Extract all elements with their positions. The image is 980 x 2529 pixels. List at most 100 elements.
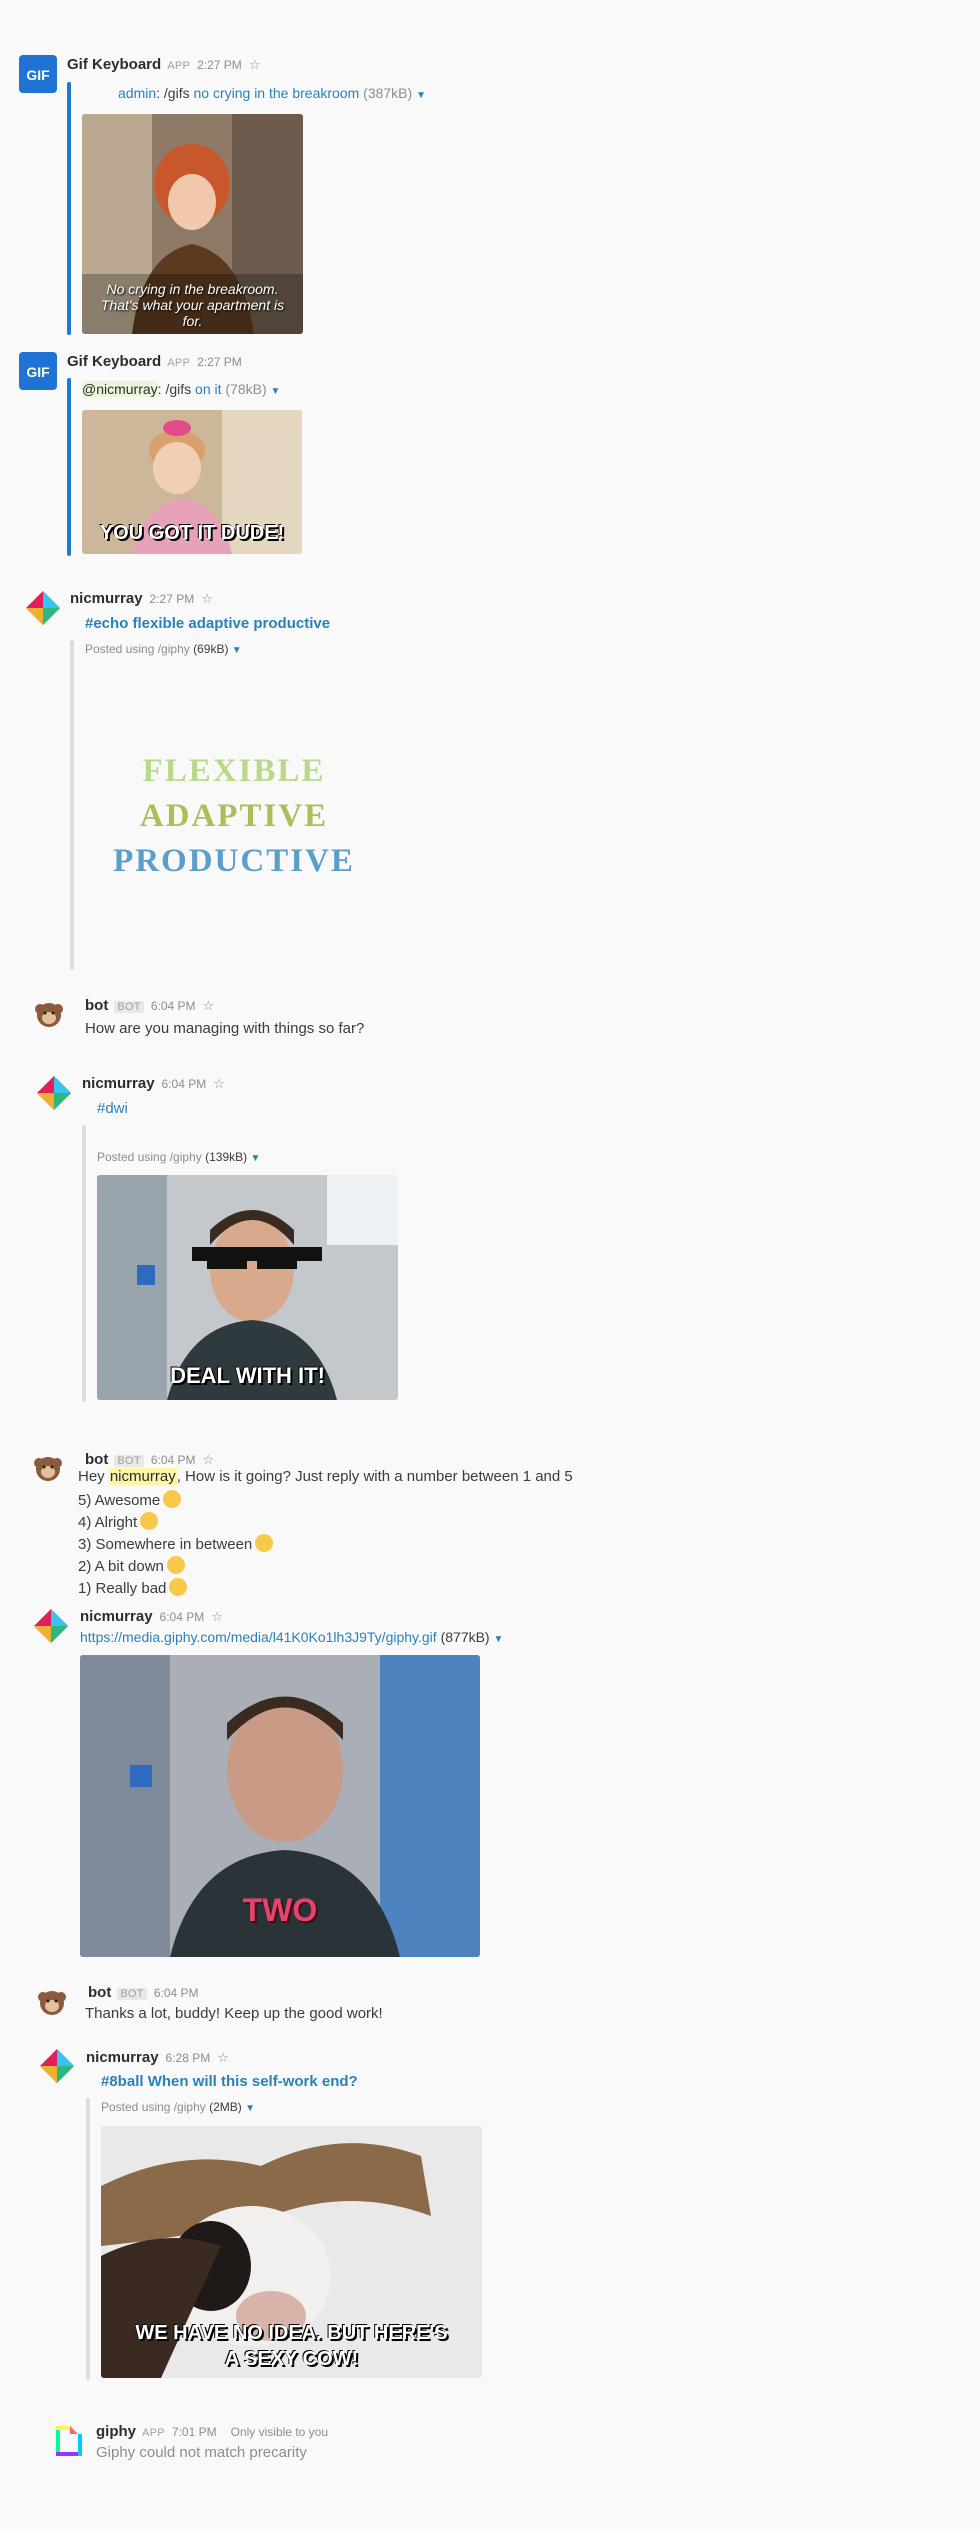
app-badge: APP bbox=[142, 2427, 165, 2439]
gif-url-link[interactable]: https://media.giphy.com/media/l41K0Ko1lh… bbox=[80, 1629, 437, 1645]
gif-keyboard-logo-text: GIF bbox=[26, 67, 50, 83]
timestamp[interactable]: 2:27 PM bbox=[197, 355, 242, 369]
gif-caption: DEAL WITH IT! bbox=[170, 1363, 325, 1388]
smile-emoji-icon bbox=[140, 1512, 159, 1530]
star-icon[interactable]: ☆ bbox=[213, 1076, 225, 1092]
disappointed-emoji-icon bbox=[166, 1556, 185, 1574]
option-2: 2) A bit down bbox=[78, 1556, 185, 1575]
command-text: : /gifs bbox=[157, 381, 192, 397]
timestamp[interactable]: 6:04 PM bbox=[162, 1077, 207, 1091]
file-size: (387kB) bbox=[363, 85, 413, 101]
gif-keyboard-avatar[interactable]: GIF bbox=[19, 352, 57, 390]
message-text: Hey bbox=[78, 1468, 109, 1485]
file-size: (877kB) bbox=[440, 1629, 490, 1645]
author-name[interactable]: Gif Keyboard bbox=[67, 56, 161, 73]
gif-caption-2: A SEXY COW! bbox=[224, 2348, 359, 2370]
timestamp[interactable]: 6:04 PM bbox=[151, 1453, 196, 1467]
star-icon[interactable]: ☆ bbox=[217, 2050, 229, 2066]
chevron-down-icon[interactable]: ▼ bbox=[245, 2103, 255, 2114]
timestamp[interactable]: 6:04 PM bbox=[151, 999, 196, 1013]
gif-keyboard-logo-text: GIF bbox=[26, 364, 50, 380]
giphy-avatar[interactable] bbox=[50, 2422, 88, 2460]
user-mention[interactable]: nicmurray bbox=[108, 1468, 177, 1485]
nicmurray-avatar[interactable] bbox=[35, 1074, 73, 1112]
bot-avatar[interactable] bbox=[33, 1983, 71, 2021]
query-link[interactable]: no crying in the breakroom bbox=[194, 85, 360, 101]
tired-face-emoji-icon bbox=[169, 1578, 188, 1596]
gif-image[interactable]: DEAL WITH IT! bbox=[97, 1175, 398, 1400]
user-mention[interactable]: @nicmurray bbox=[82, 381, 158, 397]
author-name[interactable]: Gif Keyboard bbox=[67, 353, 161, 370]
star-icon[interactable]: ☆ bbox=[203, 998, 215, 1014]
posted-using: Posted using /giphy bbox=[85, 642, 190, 656]
nicmurray-avatar[interactable] bbox=[24, 589, 62, 627]
option-label: 2) A bit down bbox=[78, 1558, 164, 1575]
nicmurray-avatar[interactable] bbox=[38, 2047, 76, 2085]
nicmurray-avatar[interactable] bbox=[32, 1607, 70, 1645]
file-size: (78kB) bbox=[225, 381, 267, 397]
message-text: , How is it going? Just reply with a num… bbox=[176, 1468, 573, 1485]
timestamp[interactable]: 2:27 PM bbox=[150, 592, 195, 606]
chevron-down-icon[interactable]: ▼ bbox=[232, 645, 242, 656]
attachment-title[interactable]: #echo flexible adaptive productive bbox=[85, 615, 330, 632]
attachment-bar bbox=[67, 378, 71, 556]
gif-caption: YOU GOT IT DUDE! bbox=[99, 522, 285, 544]
posted-using: Posted using /giphy bbox=[97, 1150, 202, 1164]
attachment-title[interactable]: #8ball When will this self-work end? bbox=[101, 2073, 358, 2090]
option-label: 4) Alright bbox=[78, 1514, 138, 1531]
chevron-down-icon[interactable]: ▼ bbox=[416, 90, 426, 101]
bot-avatar[interactable] bbox=[30, 995, 68, 1033]
option-5: 5) Awesome bbox=[78, 1490, 182, 1509]
author-name[interactable]: nicmurray bbox=[82, 1075, 155, 1092]
visibility-note: Only visible to you bbox=[230, 2425, 329, 2439]
chevron-down-icon[interactable]: ▼ bbox=[271, 386, 281, 397]
star-icon[interactable]: ☆ bbox=[203, 1452, 215, 1468]
author-name[interactable]: nicmurray bbox=[70, 590, 143, 607]
gif-caption: No crying in the breakroom. That's what … bbox=[100, 281, 285, 329]
chevron-down-icon[interactable]: ▼ bbox=[494, 1634, 504, 1645]
gif-image[interactable]: TWO bbox=[80, 1655, 480, 1957]
bot-badge: BOT bbox=[114, 1001, 144, 1013]
gif-image[interactable]: YOU GOT IT DUDE! bbox=[82, 410, 302, 554]
file-size: (139kB) bbox=[205, 1150, 248, 1164]
message-text: Giphy could not match precarity bbox=[96, 2444, 307, 2461]
timestamp[interactable]: 6:04 PM bbox=[160, 1610, 205, 1624]
command-text: : /gifs bbox=[156, 85, 190, 101]
attachment-bar bbox=[86, 2098, 90, 2380]
timestamp[interactable]: 6:04 PM bbox=[154, 1986, 199, 2000]
author-name[interactable]: giphy bbox=[96, 2423, 136, 2440]
star-icon[interactable]: ☆ bbox=[211, 1609, 223, 1625]
timestamp[interactable]: 6:28 PM bbox=[166, 2051, 211, 2065]
author-name[interactable]: nicmurray bbox=[86, 2049, 159, 2066]
app-badge: APP bbox=[167, 60, 191, 72]
author-name[interactable]: bot bbox=[85, 1451, 108, 1468]
author-name[interactable]: bot bbox=[88, 1984, 111, 2001]
heart-eyes-emoji-icon bbox=[163, 1490, 182, 1508]
star-icon[interactable]: ☆ bbox=[201, 591, 213, 607]
timestamp[interactable]: 2:27 PM bbox=[197, 58, 242, 72]
chevron-down-icon[interactable]: ▼ bbox=[250, 1153, 260, 1164]
gif-line-2: ADAPTIVE bbox=[139, 798, 329, 834]
bot-badge: BOT bbox=[114, 1455, 144, 1467]
gif-image[interactable]: WE HAVE NO IDEA. BUT HERE'S A SEXY COW! bbox=[101, 2126, 482, 2378]
option-4: 4) Alright bbox=[78, 1512, 159, 1531]
timestamp[interactable]: 7:01 PM bbox=[172, 2425, 217, 2439]
gif-image[interactable]: No crying in the breakroom. That's what … bbox=[82, 114, 303, 334]
query-link[interactable]: on it bbox=[195, 381, 221, 397]
bot-avatar[interactable] bbox=[29, 1449, 67, 1487]
posted-using: Posted using /giphy bbox=[101, 2100, 206, 2114]
user-mention[interactable]: admin bbox=[118, 85, 156, 101]
author-name[interactable]: bot bbox=[85, 997, 108, 1014]
author-name[interactable]: nicmurray bbox=[80, 1608, 153, 1625]
file-size: (2MB) bbox=[209, 2100, 242, 2114]
gif-line-3: PRODUCTIVE bbox=[113, 843, 355, 879]
gif-keyboard-avatar[interactable]: GIF bbox=[19, 55, 57, 93]
attachment-title[interactable]: #dwi bbox=[97, 1100, 128, 1117]
gif-caption: TWO bbox=[242, 1892, 318, 1928]
option-3: 3) Somewhere in between bbox=[78, 1534, 274, 1553]
attachment-bar bbox=[70, 640, 74, 970]
star-icon[interactable]: ☆ bbox=[249, 57, 261, 73]
gif-line-1: FLEXIBLE bbox=[142, 753, 326, 789]
gif-image[interactable]: FLEXIBLE ADAPTIVE PRODUCTIVE bbox=[84, 665, 384, 968]
message-text: How are you managing with things so far? bbox=[85, 1020, 365, 1037]
